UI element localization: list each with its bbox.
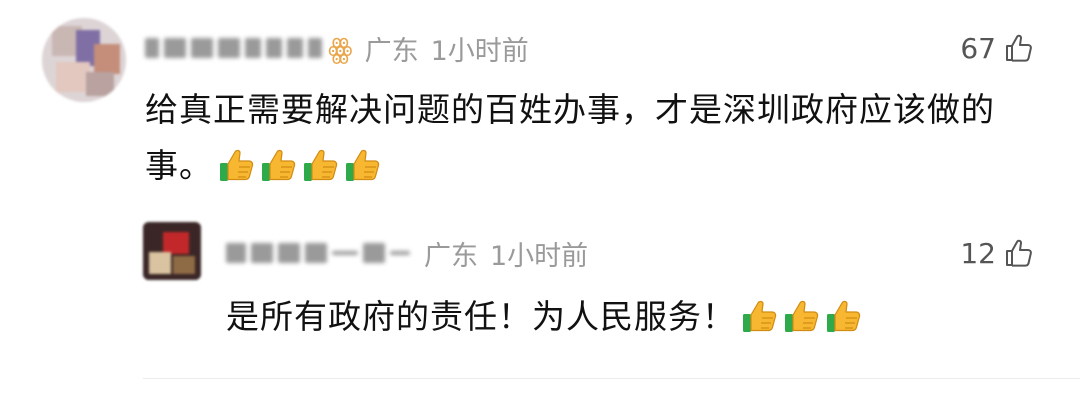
thumbs-up-emoji bbox=[827, 300, 861, 332]
reply-like-count: 12 bbox=[960, 236, 996, 270]
comment-time: 1小时前 bbox=[430, 35, 529, 67]
comment-emojis bbox=[217, 145, 383, 185]
reply-header: 广东 1小时前 bbox=[226, 233, 588, 273]
replier-username-blurred[interactable] bbox=[226, 243, 410, 263]
thumbs-up-emoji bbox=[220, 149, 254, 181]
thumbs-up-emoji bbox=[346, 149, 380, 181]
thumbs-up-outline-icon bbox=[1006, 239, 1032, 267]
reply-text: 是所有政府的责任！为人民服务！ bbox=[226, 297, 736, 336]
username-suffix-symbol: ꙮ bbox=[328, 31, 353, 65]
reply-like-button[interactable]: 12 bbox=[960, 233, 1034, 273]
thumbs-up-emoji bbox=[304, 149, 338, 181]
thumbs-up-emoji bbox=[743, 300, 777, 332]
comment-like-button[interactable]: 67 bbox=[960, 28, 1034, 68]
replier-avatar[interactable] bbox=[143, 222, 201, 280]
thumbs-up-emoji bbox=[262, 149, 296, 181]
reply-body: 是所有政府的责任！为人民服务！ bbox=[226, 289, 1026, 345]
thumbs-up-emoji bbox=[785, 300, 819, 332]
comment-meta: 广东 1小时前 bbox=[365, 29, 529, 68]
commenter-avatar[interactable] bbox=[42, 18, 126, 102]
reply-emojis bbox=[740, 296, 864, 336]
comment-like-count: 67 bbox=[960, 31, 996, 65]
thumbs-up-outline-icon bbox=[1006, 34, 1032, 62]
reply-time: 1小时前 bbox=[490, 240, 589, 272]
reply-meta: 广东 1小时前 bbox=[424, 234, 588, 273]
comment-header: ꙮ 广东 1小时前 bbox=[145, 28, 529, 68]
reply-location: 广东 bbox=[424, 240, 478, 272]
comment-divider bbox=[143, 378, 1080, 379]
comment-body: 给真正需要解决问题的百姓办事，才是深圳政府应该做的事。 bbox=[145, 82, 1045, 194]
commenter-username-blurred[interactable] bbox=[145, 38, 322, 58]
comment-location: 广东 bbox=[364, 35, 419, 67]
